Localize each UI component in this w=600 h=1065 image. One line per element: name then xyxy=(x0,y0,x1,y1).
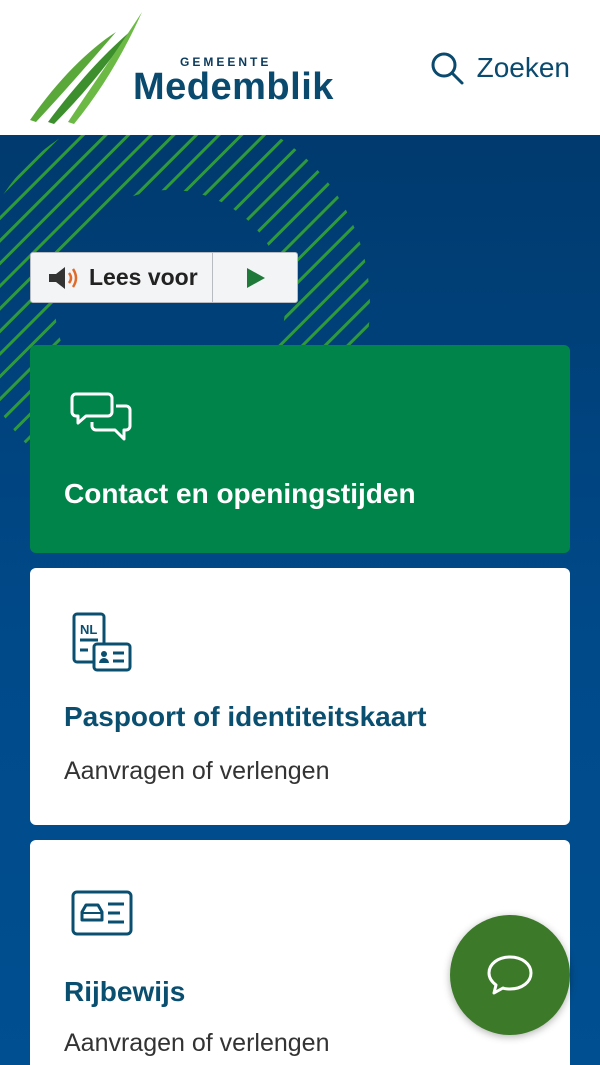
chat-button[interactable] xyxy=(450,915,570,1035)
site-header: GEMEENTE Medemblik Zoeken xyxy=(0,0,600,135)
search-icon xyxy=(431,52,464,85)
read-aloud-button[interactable]: Lees voor xyxy=(31,253,213,302)
logo-title: Medemblik xyxy=(133,66,334,108)
card-title: Rijbewijs xyxy=(64,976,186,1007)
play-button[interactable] xyxy=(213,253,297,302)
card-subtitle: Aanvragen of verlengen xyxy=(64,757,330,785)
card-title: Contact en openingstijden xyxy=(64,478,416,509)
read-aloud-widget: Lees voor xyxy=(30,252,298,303)
contact-card[interactable]: Contact en openingstijden xyxy=(30,345,570,553)
passport-card[interactable]: NL Paspoort of identiteitskaart Aanvrage… xyxy=(30,568,570,825)
read-aloud-label: Lees voor xyxy=(89,264,198,290)
card-subtitle: Aanvragen of verlengen xyxy=(64,1029,330,1057)
search-label: Zoeken xyxy=(476,52,570,83)
driving-license-icon xyxy=(71,890,133,936)
search-button[interactable]: Zoeken xyxy=(429,48,570,88)
card-title: Paspoort of identiteitskaart xyxy=(64,701,427,732)
chat-bubbles-icon xyxy=(70,392,132,441)
passport-id-icon: NL xyxy=(72,612,132,672)
speaker-icon xyxy=(49,266,78,289)
chat-icon xyxy=(487,955,533,995)
gemeente-medemblik-logo[interactable]: GEMEENTE Medemblik xyxy=(28,10,358,125)
svg-text:NL: NL xyxy=(80,622,97,637)
play-icon xyxy=(246,267,265,288)
